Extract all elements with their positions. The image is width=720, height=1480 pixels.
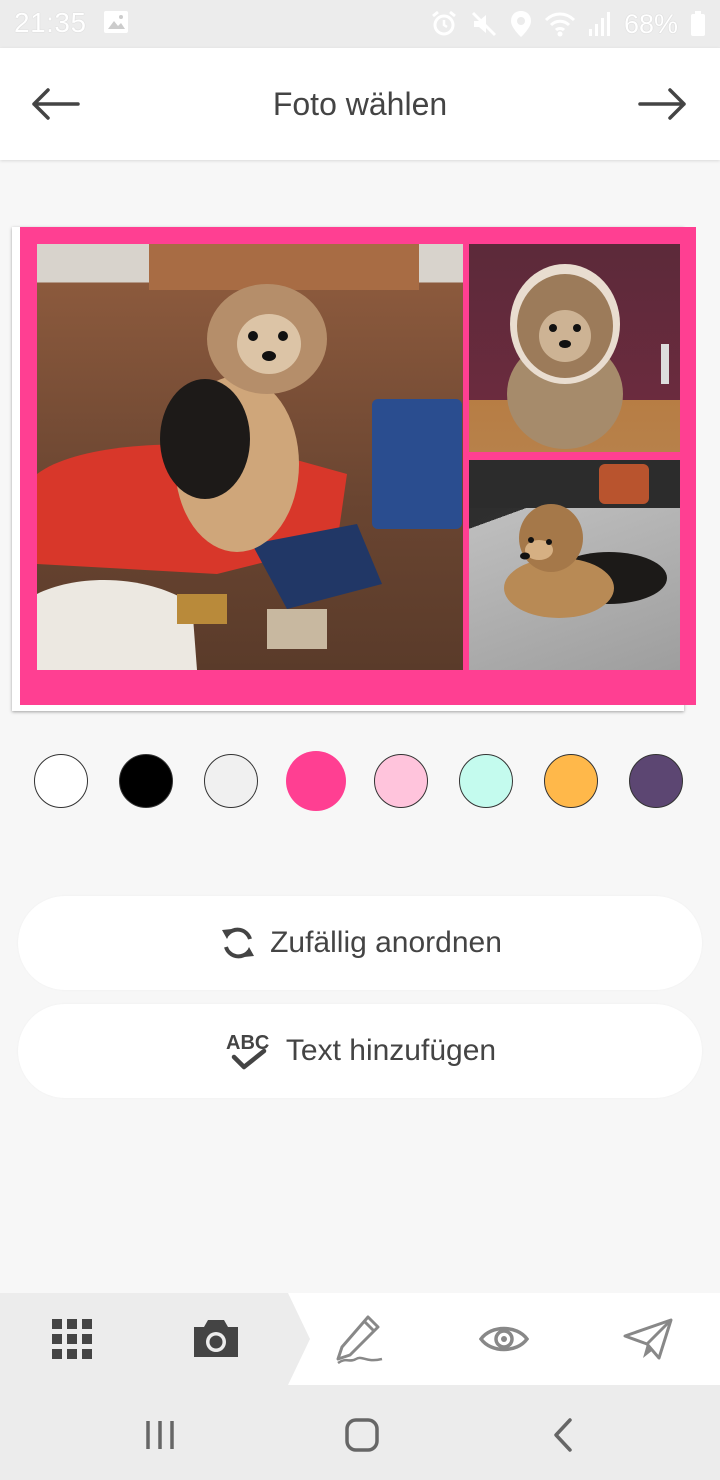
home-button[interactable] — [342, 1415, 382, 1455]
add-text-label: Text hinzufügen — [285, 1034, 497, 1067]
page-title: Foto wählen — [272, 86, 448, 122]
image-icon — [104, 11, 128, 33]
tab-photo[interactable] — [156, 1293, 276, 1385]
battery-icon — [691, 11, 705, 36]
tab-send[interactable] — [588, 1293, 708, 1385]
swatch-white[interactable] — [34, 754, 88, 808]
shuffle-button[interactable]: Zufällig anordnen — [18, 896, 702, 990]
system-nav-bar — [0, 1385, 720, 1480]
swatch-light-pink[interactable] — [374, 754, 428, 808]
spellcheck-icon: ABC — [226, 1032, 269, 1070]
back-nav-button[interactable] — [544, 1415, 584, 1455]
location-icon — [510, 11, 531, 37]
signal-icon — [588, 12, 610, 36]
recent-apps-button[interactable] — [140, 1415, 180, 1455]
collage-frame — [20, 227, 696, 705]
swatch-black[interactable] — [119, 754, 173, 808]
status-icons: 68% — [430, 8, 706, 40]
recent-apps-icon — [146, 1421, 174, 1449]
dog-on-cushion-photo[interactable] — [469, 244, 680, 452]
eye-icon — [479, 1326, 529, 1352]
camera-icon — [194, 1320, 238, 1357]
color-swatches — [34, 751, 686, 812]
back-icon — [554, 1418, 572, 1452]
pen-icon — [336, 1315, 383, 1365]
battery-percent: 68% — [623, 8, 678, 39]
step-tab-bar — [0, 1293, 720, 1385]
swatch-pink[interactable] — [286, 751, 346, 811]
mute-icon — [471, 11, 497, 37]
add-text-button[interactable]: ABC Text hinzufügen — [18, 1004, 702, 1098]
forward-button[interactable] — [634, 84, 690, 124]
arrow-right-icon — [638, 88, 686, 120]
collage-preview — [12, 227, 698, 715]
app-header: Foto wählen — [0, 48, 720, 160]
status-bar: 21:35 68% — [0, 0, 720, 48]
shuffle-label: Zufällig anordnen — [270, 926, 502, 959]
dog-with-bag-photo[interactable] — [37, 244, 463, 670]
tab-text[interactable] — [300, 1293, 420, 1385]
swatch-mint[interactable] — [459, 754, 513, 808]
tab-preview[interactable] — [444, 1293, 564, 1385]
tab-layout[interactable] — [12, 1293, 132, 1385]
alarm-icon — [432, 10, 456, 36]
swatch-orange[interactable] — [544, 754, 598, 808]
swatch-light-gray[interactable] — [204, 754, 258, 808]
grid-icon — [52, 1319, 92, 1359]
swatch-purple[interactable] — [629, 754, 683, 808]
wifi-icon — [544, 12, 576, 37]
send-icon — [623, 1318, 673, 1360]
home-icon — [345, 1418, 379, 1452]
dog-lying-photo[interactable] — [469, 460, 680, 670]
status-time: 21:35 — [14, 7, 87, 38]
shuffle-icon — [222, 927, 255, 959]
